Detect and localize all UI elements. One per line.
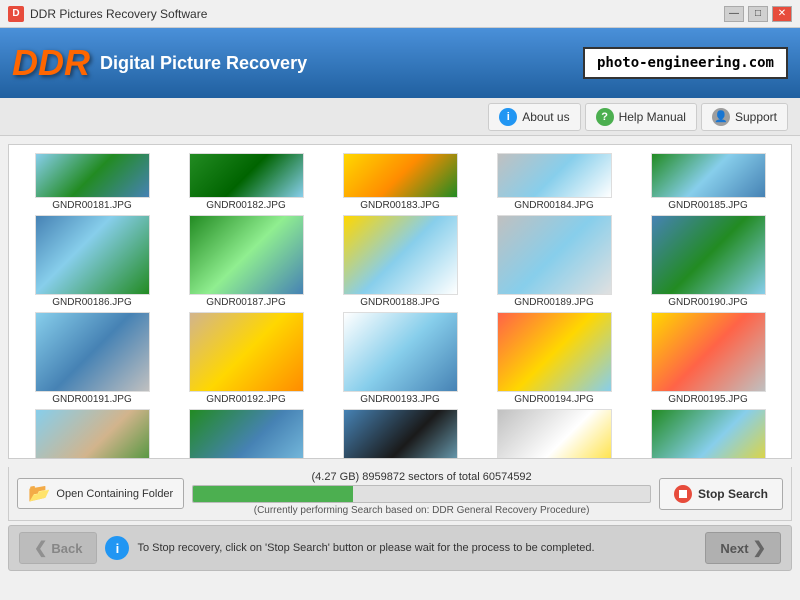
stop-square (679, 490, 687, 498)
progress-text: (4.27 GB) 8959872 sectors of total 60574… (312, 471, 532, 483)
photo-label: GNDR00183.JPG (360, 200, 439, 211)
info-circle-icon: i (105, 536, 129, 560)
app-header: DDR Digital Picture Recovery photo-engin… (0, 28, 800, 98)
help-icon: ? (596, 108, 614, 126)
photo-label: GNDR00190.JPG (668, 297, 747, 308)
stop-search-button[interactable]: Stop Search (659, 478, 783, 510)
photo-item[interactable]: GNDR00185.JPG (633, 153, 783, 211)
photo-item[interactable]: GNDR00190.JPG (633, 215, 783, 308)
progress-bar-fill (193, 486, 353, 502)
photo-item[interactable]: GNDR00194.JPG (479, 312, 629, 405)
photo-label: GNDR00187.JPG (206, 297, 285, 308)
bottom-info-text: To Stop recovery, click on 'Stop Search'… (137, 542, 697, 554)
about-label: About us (522, 110, 569, 124)
support-button[interactable]: 👤 Support (701, 103, 788, 131)
photo-label: GNDR00195.JPG (668, 394, 747, 405)
help-button[interactable]: ? Help Manual (585, 103, 697, 131)
folder-icon: 📂 (28, 483, 50, 504)
photo-grid-container: GNDR00181.JPG GNDR00182.JPG GNDR00183.JPG G… (8, 144, 792, 459)
about-button[interactable]: i About us (488, 103, 580, 131)
support-label: Support (735, 110, 777, 124)
status-bar: 📂 Open Containing Folder (4.27 GB) 89598… (8, 467, 792, 521)
photo-label: GNDR00181.JPG (52, 200, 131, 211)
photo-label: GNDR00184.JPG (514, 200, 593, 211)
photo-item[interactable]: GNDR00198.JPG (325, 409, 475, 458)
stop-icon (674, 485, 692, 503)
support-icon: 👤 (712, 108, 730, 126)
photo-label: GNDR00193.JPG (360, 394, 439, 405)
ddr-logo: DDR (12, 42, 90, 84)
photo-item[interactable]: GNDR00188.JPG (325, 215, 475, 308)
window-title: DDR Pictures Recovery Software (30, 7, 724, 21)
photo-item[interactable]: GNDR00181.JPG (17, 153, 167, 211)
photo-item[interactable]: GNDR00197.JPG (171, 409, 321, 458)
photo-label: GNDR00194.JPG (514, 394, 593, 405)
help-label: Help Manual (619, 110, 686, 124)
next-button[interactable]: Next ❯ (705, 532, 781, 564)
photo-item[interactable]: GNDR00195.JPG (633, 312, 783, 405)
window-controls: — □ ✕ (724, 6, 792, 22)
photo-item[interactable]: GNDR00184.JPG (479, 153, 629, 211)
photo-label: GNDR00191.JPG (52, 394, 131, 405)
photo-grid-scroll[interactable]: GNDR00181.JPG GNDR00182.JPG GNDR00183.JPG G… (9, 145, 791, 458)
photo-item[interactable]: GNDR00189.JPG (479, 215, 629, 308)
photo-label: GNDR00182.JPG (206, 200, 285, 211)
progress-subtext: (Currently performing Search based on: D… (254, 505, 590, 516)
photo-item[interactable]: GNDR00187.JPG (171, 215, 321, 308)
bottom-bar: ❮ Back i To Stop recovery, click on 'Sto… (8, 525, 792, 571)
next-arrow-icon: ❯ (753, 538, 766, 558)
photo-item[interactable]: GNDR00193.JPG (325, 312, 475, 405)
open-folder-button[interactable]: 📂 Open Containing Folder (17, 478, 184, 509)
minimize-button[interactable]: — (724, 6, 744, 22)
photo-label: GNDR00186.JPG (52, 297, 131, 308)
photo-item[interactable]: GNDR00183.JPG (325, 153, 475, 211)
back-arrow-icon: ❮ (34, 538, 47, 558)
photo-item[interactable]: GNDR00196.JPG (17, 409, 167, 458)
photo-item[interactable]: GNDR00191.JPG (17, 312, 167, 405)
back-label: Back (51, 541, 82, 556)
domain-badge: photo-engineering.com (583, 47, 788, 79)
photo-item[interactable]: GNDR00186.JPG (17, 215, 167, 308)
photo-label: GNDR00188.JPG (360, 297, 439, 308)
progress-area: (4.27 GB) 8959872 sectors of total 60574… (192, 471, 651, 516)
toolbar: i About us ? Help Manual 👤 Support (0, 98, 800, 136)
photo-label: GNDR00185.JPG (668, 200, 747, 211)
app-title: Digital Picture Recovery (100, 53, 583, 74)
photo-item[interactable]: GNDR00199.JPG (479, 409, 629, 458)
photo-label: GNDR00192.JPG (206, 394, 285, 405)
folder-label: Open Containing Folder (56, 488, 173, 500)
photo-grid: GNDR00181.JPG GNDR00182.JPG GNDR00183.JPG G… (17, 153, 783, 458)
close-button[interactable]: ✕ (772, 6, 792, 22)
app-icon: D (8, 6, 24, 22)
photo-item[interactable]: GNDR00182.JPG (171, 153, 321, 211)
stop-label: Stop Search (698, 487, 768, 501)
progress-bar-background (192, 485, 651, 503)
info-icon: i (499, 108, 517, 126)
maximize-button[interactable]: □ (748, 6, 768, 22)
titlebar: D DDR Pictures Recovery Software — □ ✕ (0, 0, 800, 28)
photo-label: GNDR00189.JPG (514, 297, 593, 308)
photo-item[interactable]: GNDR00200.JPG (633, 409, 783, 458)
next-label: Next (720, 541, 748, 556)
back-button[interactable]: ❮ Back (19, 532, 97, 564)
photo-item[interactable]: GNDR00192.JPG (171, 312, 321, 405)
